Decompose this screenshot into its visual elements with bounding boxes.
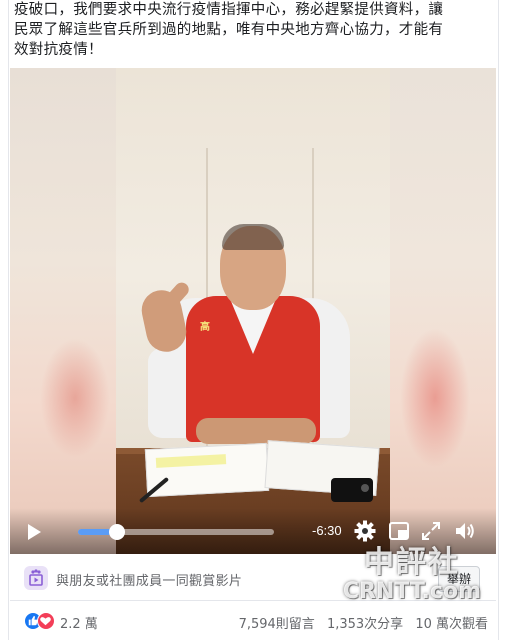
view-count: 10 萬次觀看 bbox=[415, 617, 488, 632]
speaker-hair bbox=[222, 224, 284, 250]
video-player[interactable]: 高 -6:30 bbox=[10, 68, 496, 554]
vest-badge: 高 bbox=[200, 322, 210, 333]
video-blur-left bbox=[10, 68, 116, 554]
love-icon bbox=[37, 612, 55, 630]
speaker-hands bbox=[196, 418, 316, 444]
speaker-forearm bbox=[148, 348, 182, 438]
progress-bar[interactable] bbox=[78, 524, 274, 540]
comment-count[interactable]: 7,594則留言 bbox=[239, 617, 315, 632]
watermark-cn: 中評社 bbox=[363, 545, 460, 580]
watermark: 中評社 CRNTT.com bbox=[343, 546, 481, 604]
time-remaining: -6:30 bbox=[312, 523, 342, 538]
watch-party-text[interactable]: 與朋友或社團成員一同觀賞影片 bbox=[56, 570, 242, 589]
video-frame: 高 bbox=[116, 68, 390, 554]
post-text-line: 疫破口，我們要求中央流行疫情指揮中心，務必趕緊提供資料，讓 bbox=[14, 2, 444, 18]
gear-icon[interactable] bbox=[354, 520, 376, 542]
picture-in-picture-icon[interactable] bbox=[388, 520, 410, 542]
voice-recorder bbox=[331, 478, 373, 502]
share-count[interactable]: 1,353次分享 bbox=[327, 617, 403, 632]
post-text: 疫破口，我們要求中央流行疫情指揮中心，務必趕緊提供資料，讓 民眾了解這些官兵所到… bbox=[14, 0, 484, 60]
stats-right: 7,594則留言 1,353次分享 10 萬次觀看 bbox=[231, 613, 488, 632]
reaction-count[interactable]: 2.2 萬 bbox=[60, 613, 98, 632]
fullscreen-icon[interactable] bbox=[420, 520, 442, 542]
watch-party-icon[interactable] bbox=[24, 566, 48, 590]
video-blur-right bbox=[390, 68, 496, 554]
post-stats: 2.2 萬 7,594則留言 1,353次分享 10 萬次觀看 bbox=[10, 606, 496, 636]
post-text-line: 民眾了解這些官兵所到過的地點，唯有中央地方齊心協力，才能有 bbox=[14, 22, 444, 38]
post-text-line: 效對抗疫情！ bbox=[14, 42, 103, 58]
play-icon[interactable] bbox=[24, 522, 44, 542]
paper-document bbox=[144, 442, 270, 498]
watermark-en: CRNTT.com bbox=[342, 579, 481, 604]
volume-icon[interactable] bbox=[454, 520, 476, 542]
